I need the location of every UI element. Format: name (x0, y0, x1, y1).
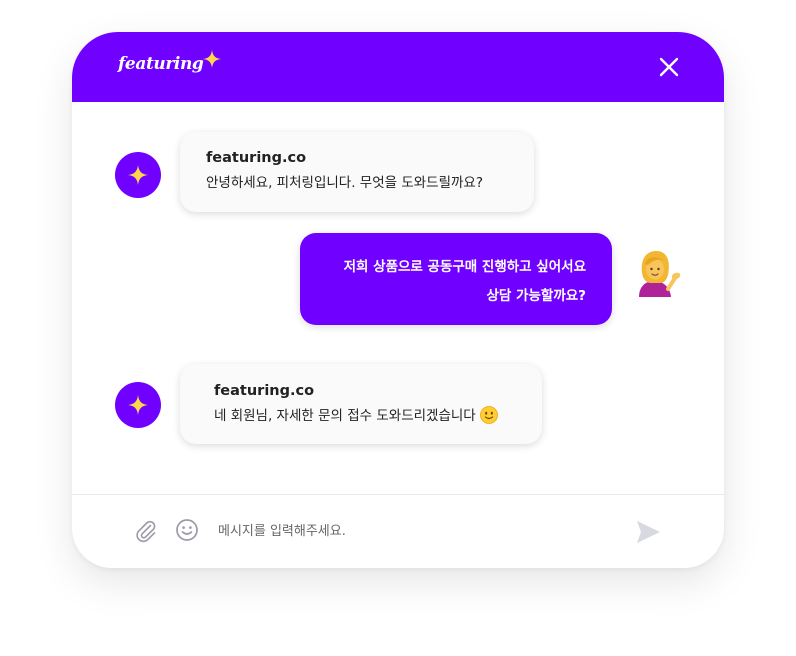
bot-message-bubble: featuring.co 안녕하세요, 피처링입니다. 무엇을 도와드릴까요? (180, 132, 534, 212)
chat-header: featuring (72, 32, 724, 102)
user-message-bubble: 저희 상품으로 공동구매 진행하고 싶어서요 상담 가능할까요? (300, 233, 612, 325)
woman-tipping-hand-emoji (639, 251, 681, 297)
bot-avatar (115, 152, 161, 198)
send-icon[interactable] (634, 518, 662, 546)
slightly-smiling-face-emoji (479, 406, 498, 424)
bot-message-bubble: featuring.co 네 회원님, 자세한 문의 접수 도와드리겠습니다 (180, 364, 542, 444)
message-text: 안녕하세요, 피처링입니다. 무엇을 도와드릴까요? (206, 175, 484, 191)
sparkle-icon (128, 395, 148, 415)
message-line: 저희 상품으로 공동구매 진행하고 싶어서요 (343, 259, 586, 275)
message-text-row: 네 회원님, 자세한 문의 접수 도와드리겠습니다 (214, 406, 542, 426)
message-sender: featuring.co (214, 383, 315, 399)
paperclip-icon[interactable] (134, 519, 158, 543)
smiley-icon[interactable] (175, 518, 199, 542)
sparkle-icon (203, 50, 222, 68)
close-icon[interactable] (658, 56, 680, 78)
message-input[interactable] (218, 517, 598, 545)
sparkle-icon (128, 165, 148, 185)
message-text: 네 회원님, 자세한 문의 접수 도와드리겠습니다 (214, 408, 476, 424)
logo-text: featuring (118, 54, 204, 74)
brand-logo: featuring (118, 50, 222, 76)
chat-widget: featuring featuring.co 안녕하세요, 피처링입니다. 무엇… (72, 32, 724, 568)
bot-avatar (115, 382, 161, 428)
message-sender: featuring.co (206, 150, 307, 166)
composer-divider (72, 494, 724, 495)
message-line: 상담 가능할까요? (486, 288, 586, 304)
